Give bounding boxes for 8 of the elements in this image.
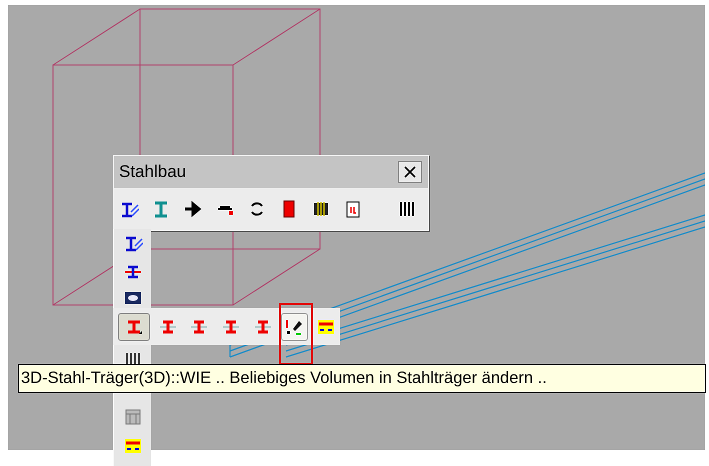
- grip-icon: [397, 199, 417, 219]
- close-button[interactable]: [398, 161, 422, 183]
- flyout-button[interactable]: [280, 312, 308, 340]
- close-icon: [403, 165, 417, 179]
- arrow-icon: [183, 199, 203, 219]
- tooltip: 3D-Stahl-Träger(3D)::WIE .. Beliebiges Volumen in Stahlträger ändern ..: [18, 364, 706, 393]
- toolbar-title: Stahlbau: [119, 161, 186, 184]
- grid-icon: [123, 407, 143, 427]
